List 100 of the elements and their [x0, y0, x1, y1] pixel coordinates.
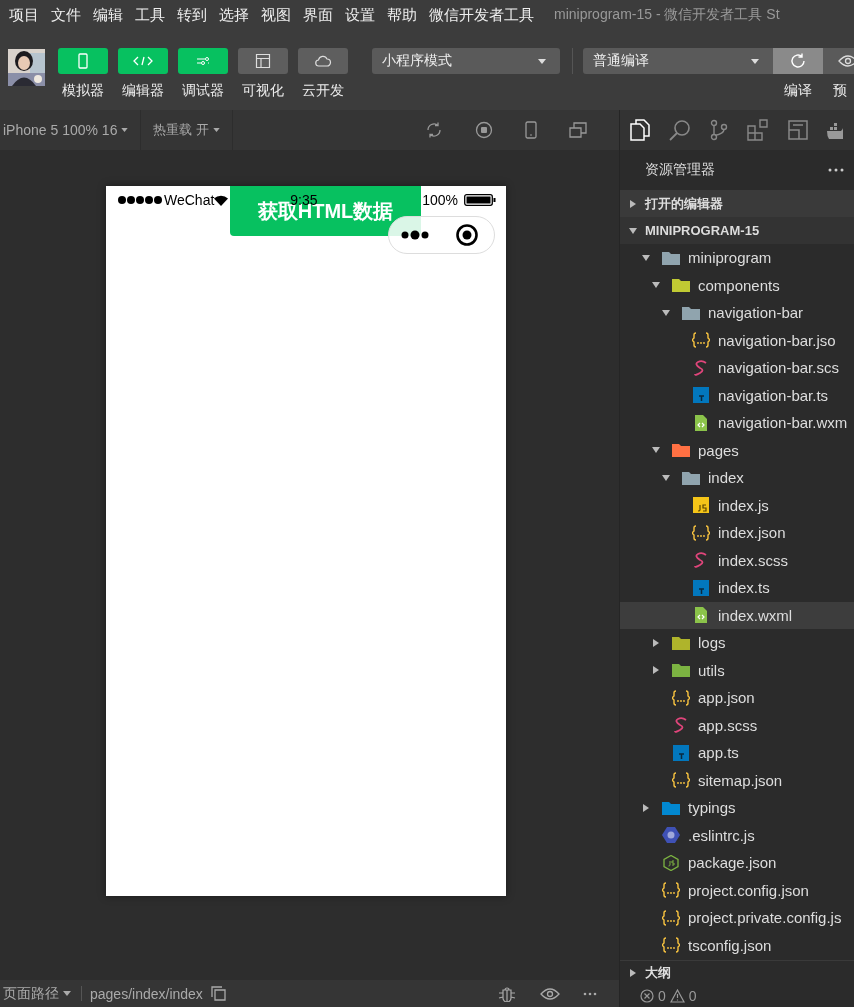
menu-item[interactable]: 项目 [9, 5, 39, 25]
file-name: index.wxml [718, 606, 793, 624]
tree-item[interactable]: project.private.config.js [620, 904, 854, 932]
toolbar-label: 编辑器 [121, 82, 165, 100]
menu-item[interactable]: 视图 [261, 5, 291, 25]
phone-icon[interactable] [525, 121, 537, 139]
menu-item[interactable]: 设置 [345, 5, 375, 25]
tree-item[interactable]: index.scss [620, 546, 854, 574]
tree-item[interactable]: logs [620, 629, 854, 657]
warning-icon[interactable] [669, 989, 685, 1003]
file-name: index [708, 469, 744, 487]
eye-icon [838, 55, 854, 67]
tree-item[interactable]: navigation-bar.wxm [620, 409, 854, 437]
tree-item[interactable]: typings [620, 794, 854, 822]
toolbar-label: 可视化 [241, 82, 285, 100]
carrier-name: WeChat [164, 192, 215, 208]
tree-item[interactable]: utils [620, 656, 854, 684]
extensions-icon[interactable] [747, 119, 769, 141]
wifi-icon [214, 194, 229, 206]
tree-item[interactable]: components [620, 271, 854, 299]
tree-item[interactable]: app.json [620, 684, 854, 712]
file-name: navigation-bar.scs [718, 359, 839, 377]
compile-button[interactable] [773, 48, 823, 74]
battery-icon [464, 194, 496, 206]
file-name: navigation-bar.jso [718, 331, 836, 349]
menu-item[interactable]: 编辑 [93, 5, 123, 25]
hot-reload-dropdown[interactable]: 热重载 开 [145, 121, 229, 139]
file-name: project.config.json [688, 881, 809, 899]
cloud-mode-button[interactable] [298, 48, 348, 74]
folder-icon [672, 277, 690, 294]
eye-icon[interactable] [539, 987, 561, 1000]
window-title: miniprogram-15 - 微信开发者工具 St [554, 6, 780, 24]
tree-item[interactable]: package.json [620, 849, 854, 877]
menu-item[interactable]: 工具 [135, 5, 165, 25]
tree-item[interactable]: .eslintrc.js [620, 821, 854, 849]
file-name: index.scss [718, 551, 789, 569]
tree-item[interactable]: navigation-bar.scs [620, 354, 854, 382]
compile-dropdown[interactable]: 普通编译 [583, 48, 773, 74]
menu-item[interactable]: 微信开发者工具 [429, 5, 534, 25]
windows-icon[interactable] [569, 122, 587, 138]
tree-item[interactable]: index.js [620, 491, 854, 519]
tree-item[interactable]: pages [620, 436, 854, 464]
menu-item[interactable]: 界面 [303, 5, 333, 25]
menu-item[interactable]: 转到 [177, 5, 207, 25]
menu-item[interactable]: 文件 [51, 5, 81, 25]
hexagon-icon [662, 827, 680, 844]
rotate-icon[interactable] [425, 121, 443, 139]
tree-item[interactable]: tsconfig.json [620, 931, 854, 959]
caret-icon [121, 128, 129, 132]
page-path: pages/index/index [90, 985, 203, 1002]
tree-item[interactable]: navigation-bar.ts [620, 381, 854, 409]
folder-icon [682, 304, 700, 321]
device-dropdown[interactable]: iPhone 5 100% 16 [0, 122, 137, 138]
tree-item[interactable]: sitemap.json [620, 766, 854, 794]
files-icon[interactable] [630, 119, 650, 141]
file-name: index.json [718, 524, 786, 542]
tree-item[interactable]: app.scss [620, 711, 854, 739]
braces-icon [672, 689, 690, 706]
bug-icon[interactable] [497, 985, 517, 1002]
file-name: index.ts [718, 579, 770, 597]
tree-item[interactable]: index.wxml [620, 601, 854, 629]
more-icon[interactable] [828, 168, 844, 172]
sliders-icon [196, 56, 210, 66]
copy-icon[interactable] [210, 986, 226, 1001]
menu-item[interactable]: 帮助 [387, 5, 417, 25]
tree-item[interactable]: navigation-bar.jso [620, 326, 854, 354]
file-name: navigation-bar.wxm [718, 414, 848, 432]
file-name: pages [698, 441, 739, 459]
menu-item[interactable]: 选择 [219, 5, 249, 25]
explorer-section[interactable]: MINIPROGRAM-15 [620, 217, 854, 244]
tree-item[interactable]: index.ts [620, 574, 854, 602]
tree-item[interactable]: app.ts [620, 739, 854, 767]
file-name: components [698, 276, 780, 294]
braces-icon [662, 882, 680, 899]
tree-item[interactable]: project.config.json [620, 876, 854, 904]
file-name: app.ts [698, 744, 739, 762]
stop-icon[interactable] [475, 121, 493, 139]
folder-icon [662, 249, 680, 266]
file-name: sitemap.json [698, 771, 783, 789]
layout-mode-button[interactable] [238, 48, 288, 74]
ts-file-icon [692, 387, 710, 404]
refresh-icon [789, 52, 807, 70]
page-path-dropdown[interactable]: 页面路径 [0, 984, 79, 1003]
caret-icon [63, 991, 71, 996]
toolbar-label: 预 [832, 82, 848, 100]
branch-icon[interactable] [710, 119, 728, 141]
more-icon[interactable] [401, 230, 429, 240]
tree-item[interactable]: miniprogram [620, 244, 854, 272]
explorer-section[interactable]: 打开的编辑器 [620, 190, 854, 217]
layout-icon [255, 53, 271, 69]
code-icon [133, 56, 153, 66]
error-icon[interactable] [640, 989, 654, 1003]
tree-item[interactable]: index [620, 464, 854, 492]
tree-item[interactable]: navigation-bar [620, 299, 854, 327]
mode-dropdown[interactable]: 小程序模式 [372, 48, 560, 74]
search-icon[interactable] [669, 119, 691, 141]
caret-icon [538, 58, 546, 64]
storage-icon[interactable] [788, 120, 808, 140]
toolbar-label: 调试器 [181, 82, 225, 100]
tree-item[interactable]: index.json [620, 519, 854, 547]
